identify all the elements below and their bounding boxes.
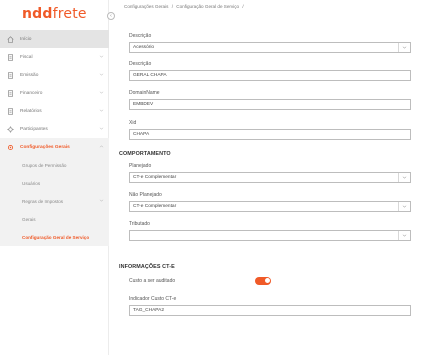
- nao-planejado-field: Não Planejado CT-e Complementar: [129, 192, 411, 212]
- gear-icon: [7, 144, 14, 151]
- section-title-informacoes-cte: INFORMAÇÕES CT-E: [119, 264, 175, 270]
- sidebar-item-label: Configurações Gerais: [20, 144, 70, 150]
- field-label: Xid: [129, 120, 137, 126]
- chevron-up-icon: [99, 145, 104, 148]
- descricao-input[interactable]: GERAL CHAPA: [129, 70, 411, 81]
- chevron-down-icon: [99, 127, 104, 130]
- descricao-select-field: Descrição Acessório: [129, 33, 411, 53]
- sidebar-subitem-label: Gerais: [22, 216, 36, 222]
- descricao-input-field: Descrição GERAL CHAPA: [129, 61, 411, 81]
- sidebar-item-configuracoes-gerais[interactable]: Configurações Gerais: [0, 138, 109, 156]
- section-title-comportamento: COMPORTAMENTO: [119, 151, 171, 157]
- chevron-down-icon: [398, 43, 410, 52]
- custo-auditado-label: Custo a ser auditado: [129, 277, 176, 284]
- nao-planejado-select[interactable]: CT-e Complementar: [129, 201, 411, 212]
- chevron-down-icon: [99, 55, 104, 58]
- xid-input[interactable]: CHAPA: [129, 129, 411, 140]
- main-content: Configurações Gerais / Configuração Gera…: [113, 0, 429, 355]
- custo-auditado-row: Custo a ser auditado: [129, 275, 411, 286]
- field-label: Indicador Custo CT-e: [129, 296, 177, 302]
- field-label: Planejado: [129, 163, 152, 169]
- chevron-down-icon: [398, 202, 410, 211]
- indicador-custo-input[interactable]: TAG_CHAPA2: [129, 305, 411, 316]
- sidebar-item-label: Fiscal: [20, 54, 33, 60]
- indicador-custo-field: Indicador Custo CT-e TAG_CHAPA2: [129, 296, 411, 316]
- chevron-down-icon: [99, 109, 104, 112]
- breadcrumb-separator: /: [242, 4, 244, 9]
- app-logo[interactable]: nddfrete: [22, 6, 87, 22]
- breadcrumb-item-configuracao-geral-servico[interactable]: Configuração Geral de Serviço: [176, 4, 239, 9]
- field-label: DomainName: [129, 90, 160, 96]
- home-icon: [7, 35, 14, 43]
- chevron-down-icon: [99, 91, 104, 94]
- field-label: Descrição: [129, 61, 152, 67]
- custo-auditado-toggle[interactable]: [255, 276, 271, 285]
- tributado-select[interactable]: [129, 230, 411, 241]
- input-value: GERAL CHAPA: [133, 73, 167, 78]
- sidebar-item-label: Início: [20, 36, 32, 42]
- input-value: EMBDEV: [133, 102, 154, 107]
- sidebar-subitem-gerais[interactable]: Gerais: [0, 210, 109, 228]
- submenu-configuracoes-gerais: Grupos de Permissão Usuários Regras de I…: [0, 156, 109, 246]
- sidebar-item-emissao[interactable]: Emissão: [0, 66, 109, 84]
- sidebar-item-financeiro[interactable]: Financeiro: [0, 84, 109, 102]
- field-label: Tributado: [129, 221, 150, 227]
- select-value: CT-e Complementar: [133, 204, 177, 209]
- sidebar-subitem-regras-impostos[interactable]: Regras de Impostos: [0, 192, 109, 210]
- sidebar-subitem-configuracao-geral-servico[interactable]: Configuração Geral de Serviço: [0, 228, 109, 246]
- logo-frete: frete: [52, 6, 87, 22]
- sidebar-subitem-usuarios[interactable]: Usuários: [0, 174, 109, 192]
- descricao-select[interactable]: Acessório: [129, 42, 411, 53]
- xid-field: Xid CHAPA: [129, 120, 411, 140]
- domain-name-input[interactable]: EMBDEV: [129, 99, 411, 110]
- planejado-select[interactable]: CT-e Complementar: [129, 172, 411, 183]
- breadcrumb: Configurações Gerais / Configuração Gera…: [124, 4, 246, 9]
- document-icon: [7, 53, 14, 61]
- collapse-sidebar-button[interactable]: ‹: [107, 12, 115, 20]
- planejado-field: Planejado CT-e Complementar: [129, 163, 411, 183]
- sidebar-item-label: Relatórios: [20, 108, 42, 114]
- select-value: Acessório: [133, 45, 155, 50]
- document-icon: [7, 71, 14, 79]
- sidebar-subitem-label: Grupos de Permissão: [22, 162, 67, 168]
- logo-ndd: ndd: [22, 6, 53, 22]
- sidebar-item-participantes[interactable]: Participantes: [0, 120, 109, 138]
- field-label: Descrição: [129, 33, 152, 39]
- sidebar-subitem-grupos-permissao[interactable]: Grupos de Permissão: [0, 156, 109, 174]
- sidebar-subitem-label: Regras de Impostos: [22, 198, 64, 204]
- domain-name-field: DomainName EMBDEV: [129, 90, 411, 110]
- participants-icon: [7, 125, 14, 133]
- sidebar-item-label: Financeiro: [20, 90, 43, 96]
- sidebar-item-fiscal[interactable]: Fiscal: [0, 48, 109, 66]
- input-value: CHAPA: [133, 132, 150, 137]
- sidebar-item-relatorios[interactable]: Relatórios: [0, 102, 109, 120]
- sidebar-subitem-label: Configuração Geral de Serviço: [22, 234, 90, 240]
- chevron-down-icon: [99, 73, 104, 76]
- chevron-down-icon: [398, 173, 410, 182]
- sidebar-item-inicio[interactable]: Início: [0, 30, 109, 48]
- breadcrumb-separator: /: [171, 4, 173, 9]
- sidebar-item-label: Participantes: [20, 126, 48, 132]
- sidebar: nddfrete Início Fiscal Emissão Financeir…: [0, 0, 109, 355]
- chevron-down-icon: [398, 231, 410, 240]
- tributado-field: Tributado: [129, 221, 411, 241]
- breadcrumb-item-configuracoes-gerais[interactable]: Configurações Gerais: [124, 4, 168, 9]
- sidebar-nav: Início Fiscal Emissão Financeiro Relatór…: [0, 30, 109, 246]
- sidebar-subitem-label: Usuários: [22, 180, 41, 186]
- document-icon: [7, 89, 14, 97]
- sidebar-item-label: Emissão: [20, 72, 39, 78]
- field-label: Não Planejado: [129, 192, 162, 198]
- chevron-down-icon: [99, 199, 104, 202]
- document-icon: [7, 107, 14, 115]
- input-value: TAG_CHAPA2: [133, 308, 165, 313]
- select-value: CT-e Complementar: [133, 175, 177, 180]
